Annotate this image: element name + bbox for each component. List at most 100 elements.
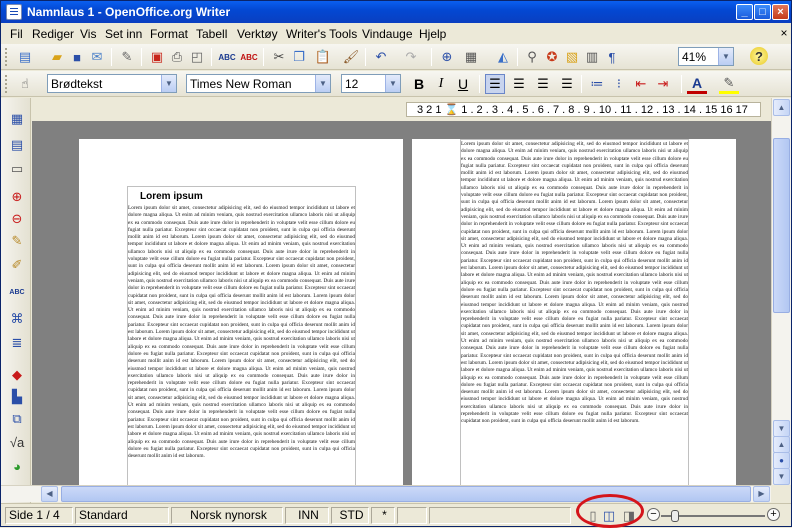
previous-page-icon[interactable]: ▲ bbox=[773, 436, 790, 453]
save-icon[interactable]: ■ bbox=[67, 47, 87, 67]
scroll-up-icon[interactable]: ▲ bbox=[773, 99, 790, 116]
numbering-icon[interactable]: ≔ bbox=[587, 74, 607, 94]
paste-icon[interactable]: 📋 bbox=[313, 47, 333, 67]
menu-tools[interactable]: Verktøy bbox=[237, 27, 278, 41]
zoom-in-button[interactable]: + bbox=[767, 508, 780, 521]
insert-bookmark-icon[interactable]: ⊖ bbox=[7, 210, 27, 228]
insert-table-icon[interactable]: ▦ bbox=[7, 110, 27, 128]
shapes-icon[interactable]: ◆ bbox=[7, 366, 27, 384]
highlight-icon[interactable]: ✎ bbox=[719, 74, 739, 94]
decrease-indent-icon[interactable]: ⇤ bbox=[631, 74, 651, 94]
zoom-slider-knob[interactable] bbox=[671, 510, 679, 522]
formula-icon[interactable]: √a bbox=[7, 434, 27, 452]
spelling-icon[interactable]: ✐ bbox=[7, 256, 27, 274]
book-view-icon[interactable]: ◨ bbox=[619, 506, 639, 526]
export-pdf-icon[interactable]: ▣ bbox=[147, 47, 167, 67]
styles-icon[interactable]: ☝ bbox=[15, 74, 35, 94]
zoom-combo[interactable]: 41% ▼ bbox=[678, 47, 734, 66]
find-replace-icon[interactable]: ⚲ bbox=[522, 47, 542, 67]
macro-icon[interactable]: ⌘ bbox=[7, 310, 27, 328]
document-close-icon[interactable]: × bbox=[777, 26, 791, 40]
toolbar-grip[interactable] bbox=[5, 48, 8, 66]
align-left-icon[interactable]: ☰ bbox=[485, 74, 505, 94]
chart-icon[interactable]: ▙ bbox=[7, 388, 27, 406]
ruler-strip[interactable]: 3 2 1 ⌛ 1 . 2 . 3 . 4 . 5 . 6 . 7 . 8 . … bbox=[406, 102, 761, 117]
page-2[interactable]: Lorem ipsum dolor sit amet, consectetur … bbox=[412, 139, 736, 485]
page-1-text[interactable]: Lorem ipsum dolor sit amet, consectetur … bbox=[128, 205, 355, 485]
menu-view[interactable]: Vis bbox=[80, 27, 96, 41]
page-preview-icon[interactable]: ◰ bbox=[187, 47, 207, 67]
page-1[interactable]: Lorem ipsum Lorem ipsum dolor sit amet, … bbox=[79, 139, 403, 485]
justify-icon[interactable]: ☰ bbox=[557, 74, 577, 94]
next-page-icon[interactable]: ▼ bbox=[773, 468, 790, 485]
autospellcheck-icon[interactable]: ABC bbox=[239, 47, 259, 67]
digital-signature-field[interactable] bbox=[397, 507, 427, 524]
print-icon[interactable]: ⎙ bbox=[167, 47, 187, 67]
toolbar-grip[interactable] bbox=[5, 75, 8, 93]
font-size-combo[interactable]: 12 ▼ bbox=[341, 74, 401, 93]
chevron-down-icon[interactable]: ▼ bbox=[161, 75, 176, 92]
undo-icon[interactable]: ↶ bbox=[371, 47, 391, 67]
menu-window[interactable]: Vindauge bbox=[362, 27, 413, 41]
insert-mode[interactable]: INN bbox=[285, 507, 329, 524]
copy-icon[interactable]: ❐ bbox=[289, 47, 309, 67]
gallery-icon[interactable]: ▧ bbox=[562, 47, 582, 67]
open-folder-icon[interactable]: ▰ bbox=[47, 47, 67, 67]
bullets-icon[interactable]: ⁝ bbox=[609, 74, 629, 94]
paragraph-style-combo[interactable]: Brødtekst ▼ bbox=[47, 74, 177, 93]
maximize-button[interactable]: □ bbox=[754, 4, 771, 20]
insert-field-icon[interactable]: ▤ bbox=[7, 136, 27, 154]
bullets-side-icon[interactable]: ≣ bbox=[7, 334, 27, 352]
table-icon[interactable]: ▦ bbox=[461, 47, 481, 67]
horizontal-scrollbar[interactable]: ◀ ▶ bbox=[1, 485, 771, 502]
page-indicator[interactable]: Side 1 / 4 bbox=[5, 507, 73, 524]
underline-button[interactable]: U bbox=[453, 74, 473, 94]
chevron-down-icon[interactable]: ▼ bbox=[385, 75, 400, 92]
document-heading[interactable]: Lorem ipsum bbox=[140, 191, 203, 202]
menu-file[interactable]: Fil bbox=[10, 27, 23, 41]
insert-note-icon[interactable]: ⊕ bbox=[7, 188, 27, 206]
scroll-down-icon[interactable]: ▼ bbox=[773, 420, 790, 437]
insert-object-icon[interactable]: ⧉ bbox=[7, 410, 27, 428]
email-icon[interactable]: ✉ bbox=[87, 47, 107, 67]
autocorrect-icon[interactable]: ABC bbox=[7, 284, 27, 302]
menu-table[interactable]: Tabell bbox=[196, 27, 227, 41]
nonprinting-chars-icon[interactable]: ¶ bbox=[602, 47, 622, 67]
spellcheck-icon[interactable]: ABC bbox=[217, 47, 237, 67]
menu-edit[interactable]: Rediger bbox=[32, 27, 74, 41]
multi-page-view-icon[interactable]: ◫ bbox=[599, 506, 619, 526]
edit-file-icon[interactable]: ✎ bbox=[117, 47, 137, 67]
menu-insert[interactable]: Set inn bbox=[105, 27, 142, 41]
chevron-down-icon[interactable]: ▼ bbox=[315, 75, 330, 92]
show-draw-icon[interactable]: ◭ bbox=[493, 47, 513, 67]
page-style[interactable]: Standard bbox=[75, 507, 169, 524]
align-right-icon[interactable]: ☰ bbox=[533, 74, 553, 94]
redo-icon[interactable]: ↷ bbox=[401, 47, 421, 67]
pie-chart-icon[interactable]: ◕ bbox=[7, 458, 27, 476]
vertical-scrollbar[interactable]: ▲ ▼ ▲ ● ▼ bbox=[771, 98, 791, 485]
datasource-icon[interactable]: ▥ bbox=[582, 47, 602, 67]
navigator-icon[interactable]: ✪ bbox=[542, 47, 562, 67]
scroll-right-icon[interactable]: ▶ bbox=[753, 486, 770, 502]
help-icon[interactable]: ? bbox=[750, 47, 768, 65]
italic-button[interactable]: I bbox=[431, 74, 451, 94]
page-2-text[interactable]: Lorem ipsum dolor sit amet, consectetur … bbox=[461, 141, 688, 485]
selection-mode[interactable]: STD bbox=[331, 507, 369, 524]
chevron-down-icon[interactable]: ▼ bbox=[718, 48, 733, 65]
writer-app-icon[interactable] bbox=[6, 4, 22, 20]
document-workspace[interactable]: Lorem ipsum Lorem ipsum dolor sit amet, … bbox=[32, 121, 771, 485]
cut-icon[interactable]: ✂ bbox=[269, 47, 289, 67]
align-center-icon[interactable]: ☰ bbox=[509, 74, 529, 94]
language-indicator[interactable]: Norsk nynorsk bbox=[171, 507, 283, 524]
menu-format[interactable]: Format bbox=[150, 27, 188, 41]
scroll-left-icon[interactable]: ◀ bbox=[41, 486, 58, 502]
font-name-combo[interactable]: Times New Roman ▼ bbox=[186, 74, 331, 93]
edit-icon[interactable]: ✎ bbox=[7, 232, 27, 250]
insert-frame-icon[interactable]: ▭ bbox=[7, 160, 27, 178]
increase-indent-icon[interactable]: ⇥ bbox=[653, 74, 673, 94]
minimize-button[interactable]: _ bbox=[736, 4, 753, 20]
close-button[interactable]: × bbox=[772, 4, 789, 20]
hyperlink-icon[interactable]: ⊕ bbox=[437, 47, 457, 67]
clone-format-icon[interactable]: 🖌 bbox=[341, 47, 361, 67]
menu-writers-tools[interactable]: Writer's Tools bbox=[286, 27, 357, 41]
